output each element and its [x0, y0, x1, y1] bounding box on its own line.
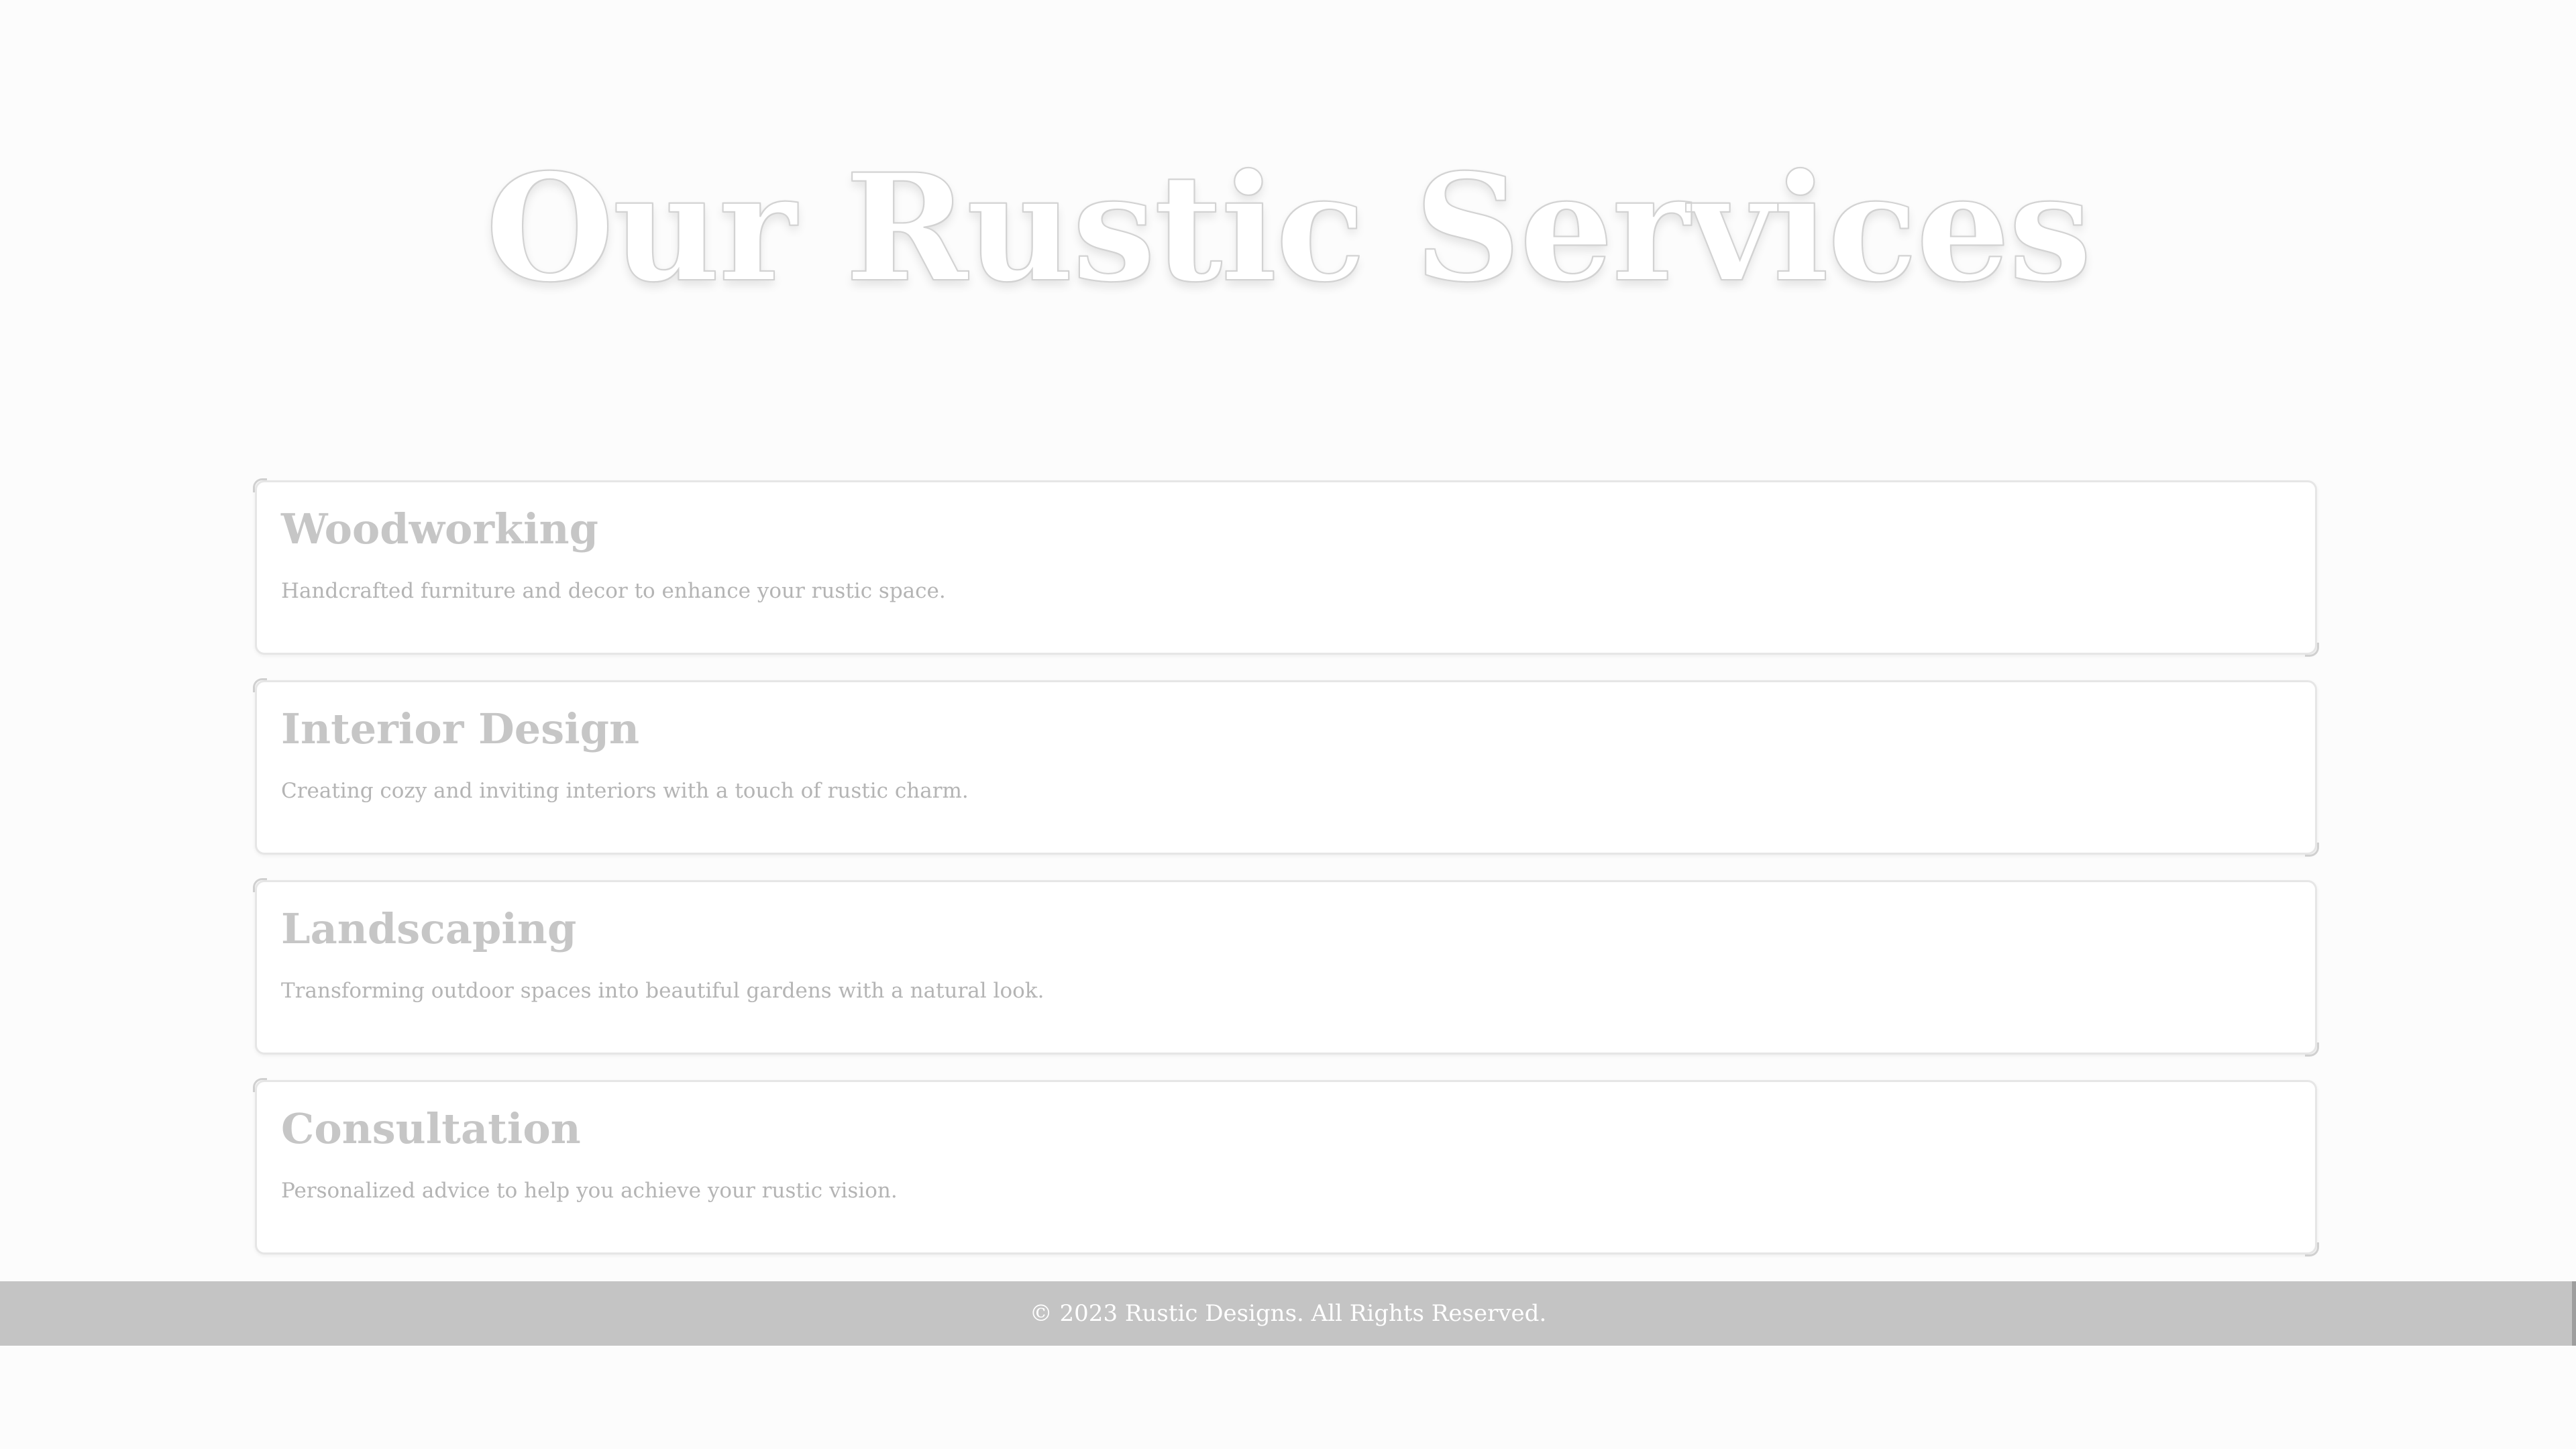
service-title: Interior Design: [281, 704, 640, 753]
service-description: Transforming outdoor spaces into beautif…: [281, 979, 1044, 1003]
service-description: Handcrafted furniture and decor to enhan…: [281, 579, 946, 603]
services-list: Woodworking Handcrafted furniture and de…: [253, 478, 2319, 1280]
service-description: Creating cozy and inviting interiors wit…: [281, 779, 969, 803]
services-page: Our Rustic Services Woodworking Handcraf…: [0, 0, 2576, 1449]
service-title: Woodworking: [281, 504, 598, 553]
service-card-consultation: Consultation Personalized advice to help…: [253, 1078, 2319, 1256]
service-title: Consultation: [281, 1104, 581, 1153]
service-card-woodworking: Woodworking Handcrafted furniture and de…: [253, 478, 2319, 657]
service-card-interior-design: Interior Design Creating cozy and inviti…: [253, 678, 2319, 857]
copyright-text: © 2023 Rustic Designs. All Rights Reserv…: [1029, 1300, 1547, 1327]
service-description: Personalized advice to help you achieve …: [281, 1179, 898, 1203]
page-title: Our Rustic Services: [485, 140, 2092, 315]
service-title: Landscaping: [281, 904, 577, 953]
scrollbar[interactable]: [2572, 1281, 2576, 1346]
footer: © 2023 Rustic Designs. All Rights Reserv…: [0, 1281, 2576, 1346]
service-card-landscaping: Landscaping Transforming outdoor spaces …: [253, 878, 2319, 1057]
